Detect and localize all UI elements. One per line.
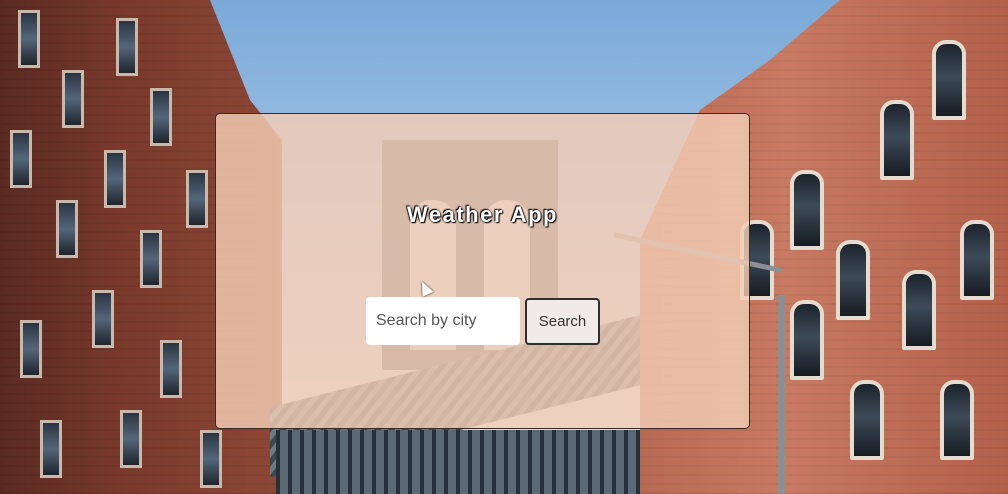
app-title: Weather App — [407, 202, 558, 227]
app-viewport: Weather App Search — [0, 0, 1008, 494]
background-lamp-pole — [778, 295, 785, 494]
background-bridge-lower — [276, 430, 646, 494]
weather-card: Weather App Search — [215, 113, 750, 429]
city-search-input[interactable] — [366, 297, 520, 345]
search-button[interactable]: Search — [525, 298, 600, 345]
